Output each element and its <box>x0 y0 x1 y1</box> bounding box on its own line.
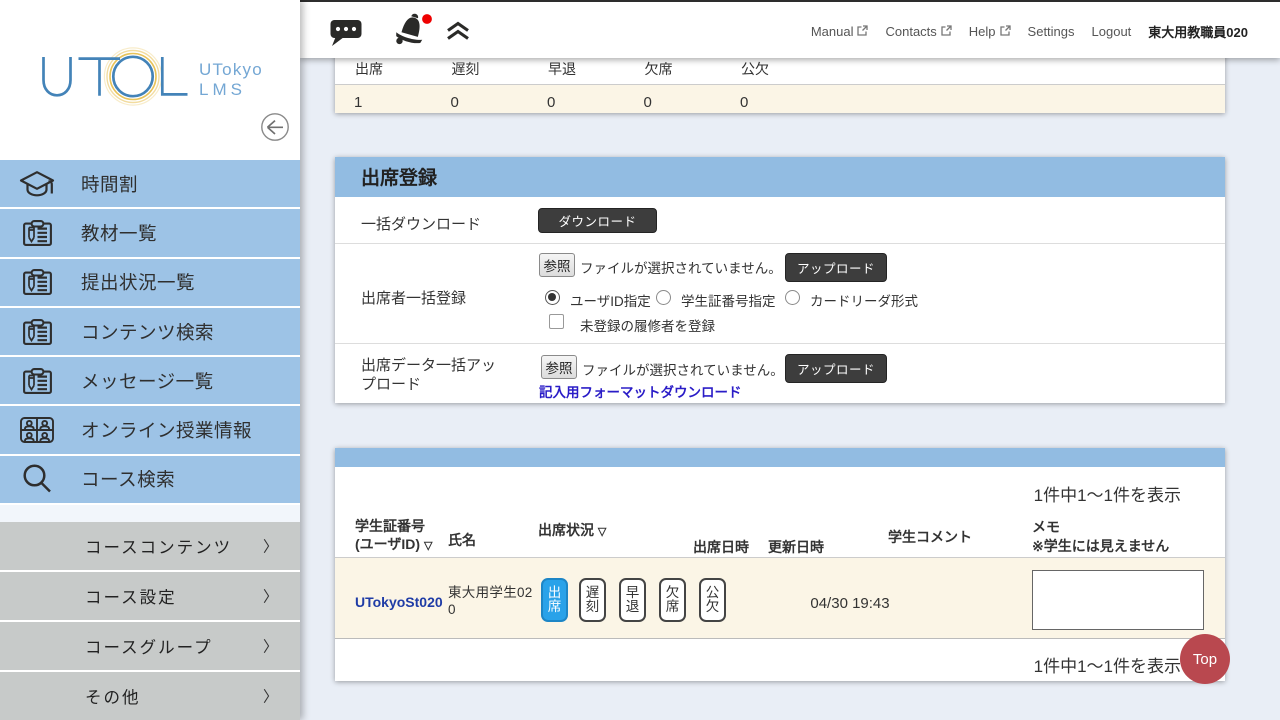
svg-text:UTokyo: UTokyo <box>199 60 263 79</box>
svg-text:LMS: LMS <box>199 80 246 99</box>
